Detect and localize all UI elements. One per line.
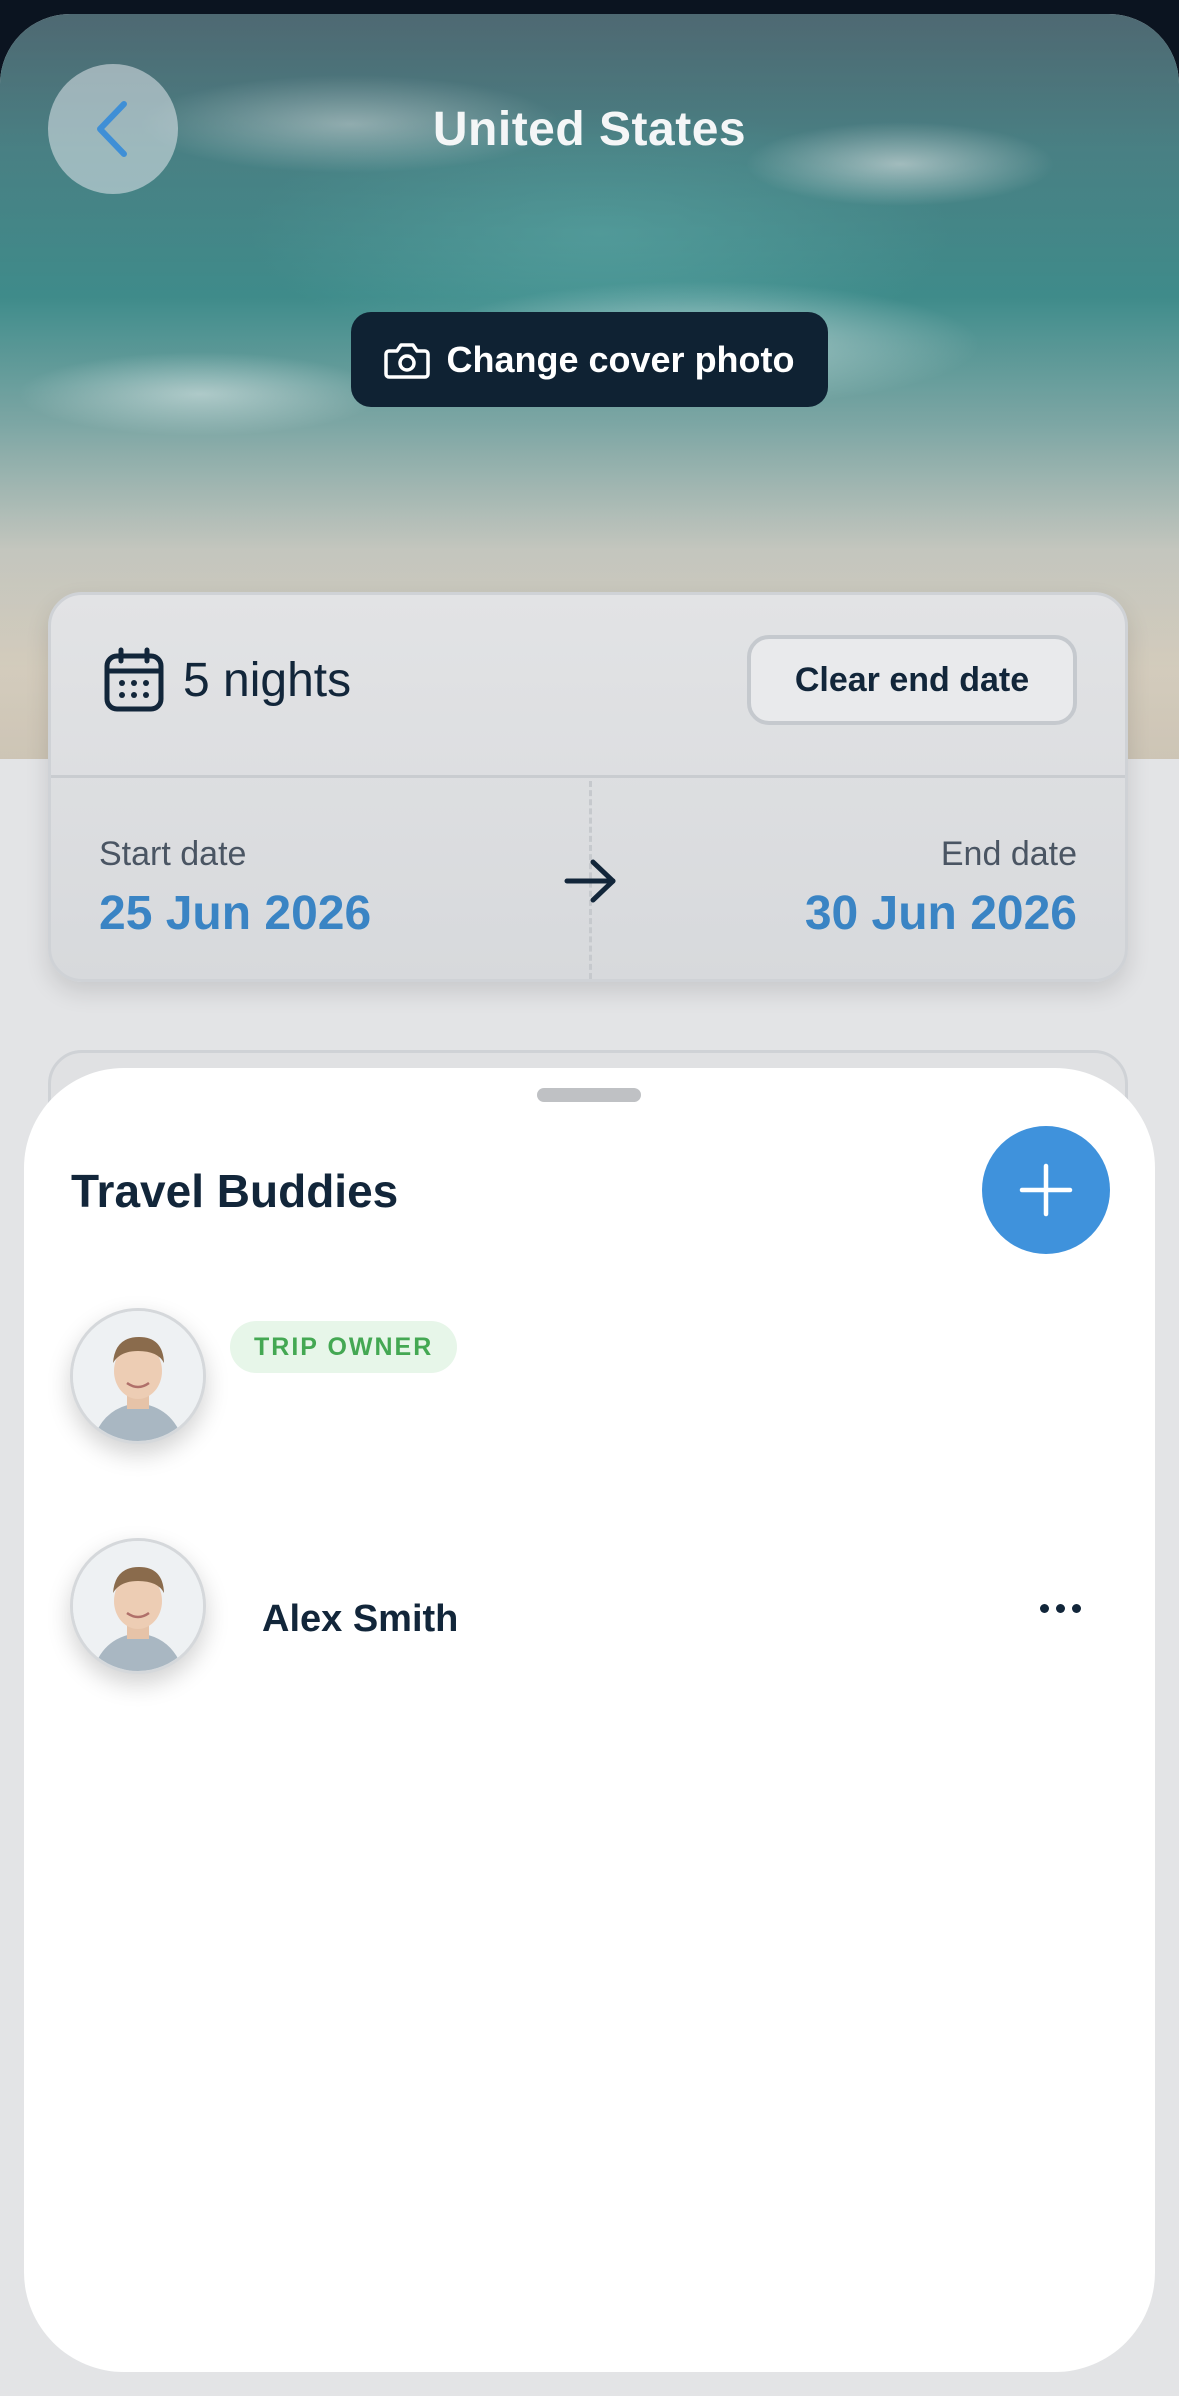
more-horizontal-icon xyxy=(1040,1604,1049,1613)
dates-card: 5 nights Clear end date Start date 25 Ju… xyxy=(48,592,1128,982)
sheet-title: Travel Buddies xyxy=(71,1165,399,1217)
nights-label: 5 nights xyxy=(183,653,352,707)
start-date[interactable]: Start date 25 Jun 2026 xyxy=(99,835,371,941)
end-date[interactable]: End date 30 Jun 2026 xyxy=(805,835,1077,941)
change-cover-photo-button[interactable]: Change cover photo xyxy=(351,312,828,407)
travel-buddies-sheet: Travel Buddies xyxy=(24,1068,1155,2372)
avatar xyxy=(70,1538,206,1674)
start-date-value: 25 Jun 2026 xyxy=(99,887,372,940)
trip-detail-screen: United States Change cover photo 5 night… xyxy=(0,14,1179,2396)
add-buddy-button[interactable] xyxy=(982,1126,1110,1254)
buddy-more-button[interactable] xyxy=(1040,1604,1081,1613)
sheet-drag-handle[interactable] xyxy=(537,1088,641,1102)
person-photo-icon xyxy=(73,1311,203,1441)
arrow-right-icon xyxy=(564,859,616,903)
camera-icon xyxy=(384,342,431,379)
nights-row: 5 nights Clear end date xyxy=(51,595,1125,778)
change-cover-label: Change cover photo xyxy=(446,338,795,380)
nights-count: 5 nights xyxy=(103,647,351,713)
avatar xyxy=(70,1308,206,1444)
end-date-label: End date xyxy=(940,835,1077,873)
buddy-name: Alex Smith xyxy=(262,1598,459,1640)
page-title: United States xyxy=(432,103,747,156)
end-date-value: 30 Jun 2026 xyxy=(804,887,1077,940)
trip-owner-badge: TRIP OWNER xyxy=(230,1321,458,1373)
plus-icon xyxy=(1019,1163,1073,1217)
start-date-label: Start date xyxy=(99,835,247,873)
clear-end-date-button[interactable]: Clear end date xyxy=(747,635,1077,725)
person-photo-icon xyxy=(73,1541,203,1671)
calendar-icon xyxy=(104,647,164,712)
